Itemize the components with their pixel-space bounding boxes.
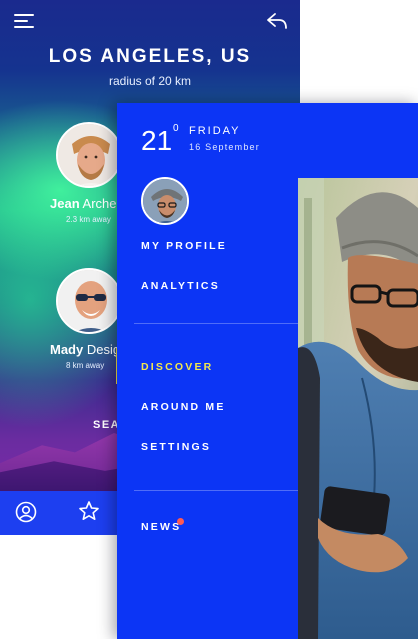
menu-settings[interactable]: SETTINGS: [141, 441, 211, 453]
menu-around-me[interactable]: AROUND ME: [141, 401, 226, 413]
menu-discover[interactable]: DISCOVER: [141, 361, 213, 373]
divider: [134, 323, 316, 324]
reply-arrow-icon[interactable]: [266, 12, 288, 30]
divider: [134, 490, 316, 491]
star-icon[interactable]: [78, 500, 100, 522]
notification-badge: [177, 518, 184, 525]
city-title: LOS ANGELES, US: [48, 46, 252, 67]
user-profile-icon[interactable]: [15, 501, 37, 523]
navigation-drawer: 21 0 FRIDAY 16 September MY PROFILE ANAL…: [117, 103, 418, 639]
avatar: [56, 268, 122, 334]
date-label: 16 September: [189, 142, 260, 152]
hamburger-menu-icon[interactable]: [14, 14, 34, 28]
day-label: FRIDAY: [189, 125, 241, 137]
menu-news[interactable]: NEWS: [141, 521, 181, 533]
degree-symbol: 0: [173, 123, 179, 134]
menu-my-profile[interactable]: MY PROFILE: [141, 240, 227, 252]
menu-analytics[interactable]: ANALYTICS: [141, 280, 220, 292]
radius-label: radius of 20 km: [108, 74, 192, 88]
promo-photo: [298, 178, 418, 639]
avatar: [56, 122, 122, 188]
temperature-value: 21: [141, 125, 173, 156]
profile-avatar[interactable]: [141, 177, 189, 225]
